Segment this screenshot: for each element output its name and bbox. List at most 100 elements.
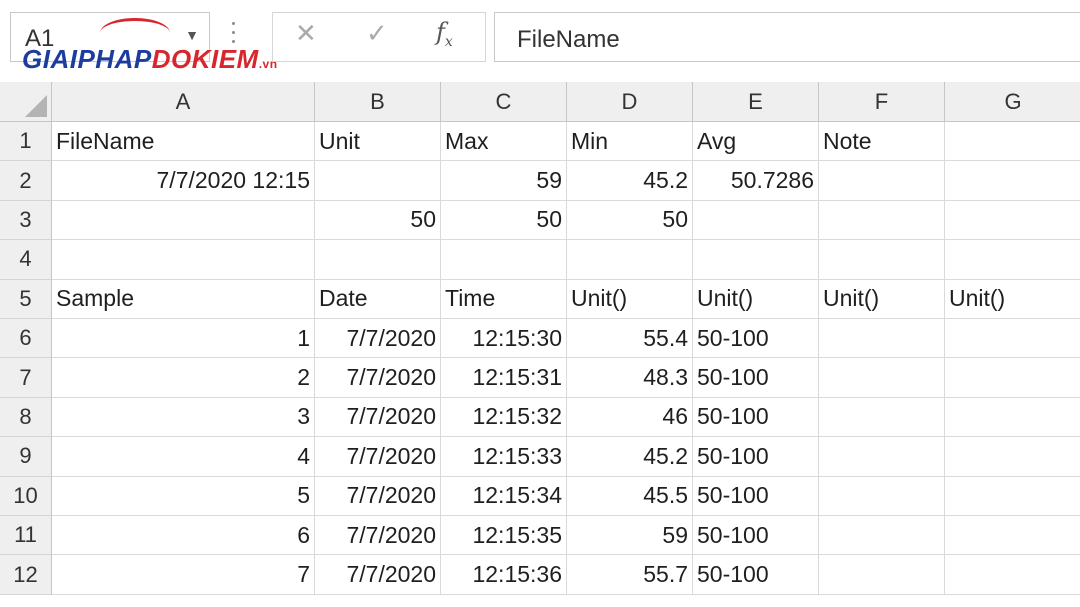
row-header-4[interactable]: 4 [0, 240, 52, 280]
cell-d10[interactable]: 45.5 [567, 476, 693, 516]
cell-e6[interactable]: 50-100 [693, 319, 819, 359]
formula-input[interactable]: FileName [494, 12, 1080, 62]
cell-b6[interactable]: 7/7/2020 [315, 319, 441, 359]
cell-f2[interactable] [819, 161, 945, 201]
cell-f9[interactable] [819, 437, 945, 477]
cell-d2[interactable]: 45.2 [567, 161, 693, 201]
cell-c12[interactable]: 12:15:36 [441, 555, 567, 595]
cell-b1[interactable]: Unit [315, 122, 441, 162]
column-header-b[interactable]: B [315, 82, 441, 122]
cell-a1[interactable]: FileName [52, 122, 315, 162]
cell-c10[interactable]: 12:15:34 [441, 476, 567, 516]
cell-c6[interactable]: 12:15:30 [441, 319, 567, 359]
cell-b2[interactable] [315, 161, 441, 201]
cell-c9[interactable]: 12:15:33 [441, 437, 567, 477]
cell-d5[interactable]: Unit() [567, 279, 693, 319]
row-header-8[interactable]: 8 [0, 397, 52, 438]
cell-f4[interactable] [819, 240, 945, 280]
column-header-c[interactable]: C [441, 82, 567, 122]
cell-g4[interactable] [945, 240, 1080, 280]
cell-e11[interactable]: 50-100 [693, 516, 819, 556]
cell-b9[interactable]: 7/7/2020 [315, 437, 441, 477]
cell-d7[interactable]: 48.3 [567, 358, 693, 398]
column-header-f[interactable]: F [819, 82, 945, 122]
cell-e3[interactable] [693, 200, 819, 241]
cell-c1[interactable]: Max [441, 122, 567, 162]
formula-bar-grip-icon[interactable] [232, 22, 236, 48]
cell-a11[interactable]: 6 [52, 516, 315, 556]
cell-d8[interactable]: 46 [567, 397, 693, 438]
row-header-5[interactable]: 5 [0, 279, 52, 319]
cell-b4[interactable] [315, 240, 441, 280]
cell-e7[interactable]: 50-100 [693, 358, 819, 398]
cell-b11[interactable]: 7/7/2020 [315, 516, 441, 556]
row-header-11[interactable]: 11 [0, 516, 52, 556]
column-header-d[interactable]: D [567, 82, 693, 122]
row-header-2[interactable]: 2 [0, 161, 52, 201]
cell-f8[interactable] [819, 397, 945, 438]
cell-g1[interactable] [945, 122, 1080, 162]
cell-g9[interactable] [945, 437, 1080, 477]
cell-e2[interactable]: 50.7286 [693, 161, 819, 201]
cell-c2[interactable]: 59 [441, 161, 567, 201]
cell-a7[interactable]: 2 [52, 358, 315, 398]
cell-g5[interactable]: Unit() [945, 280, 1080, 319]
cell-g8[interactable] [945, 398, 1080, 438]
cell-a8[interactable]: 3 [52, 397, 315, 438]
cell-a9[interactable]: 4 [52, 437, 315, 477]
cell-c8[interactable]: 12:15:32 [441, 397, 567, 438]
cell-e12[interactable]: 50-100 [693, 555, 819, 595]
select-all-button[interactable] [0, 82, 52, 122]
cell-c7[interactable]: 12:15:31 [441, 358, 567, 398]
row-header-6[interactable]: 6 [0, 319, 52, 359]
row-header-1[interactable]: 1 [0, 122, 52, 162]
cell-f7[interactable] [819, 358, 945, 398]
cell-b7[interactable]: 7/7/2020 [315, 358, 441, 398]
cell-g6[interactable] [945, 319, 1080, 359]
cell-g2[interactable] [945, 161, 1080, 201]
cell-e10[interactable]: 50-100 [693, 476, 819, 516]
cell-f3[interactable] [819, 200, 945, 241]
cell-d4[interactable] [567, 240, 693, 280]
cell-d1[interactable]: Min [567, 122, 693, 162]
row-header-7[interactable]: 7 [0, 358, 52, 398]
cell-a10[interactable]: 5 [52, 476, 315, 516]
cell-a6[interactable]: 1 [52, 319, 315, 359]
cell-c5[interactable]: Time [441, 279, 567, 319]
cell-d3[interactable]: 50 [567, 200, 693, 241]
cell-b8[interactable]: 7/7/2020 [315, 397, 441, 438]
cell-c4[interactable] [441, 240, 567, 280]
row-header-10[interactable]: 10 [0, 476, 52, 516]
cell-b3[interactable]: 50 [315, 200, 441, 241]
cell-f11[interactable] [819, 516, 945, 556]
cell-e9[interactable]: 50-100 [693, 437, 819, 477]
cell-e8[interactable]: 50-100 [693, 397, 819, 438]
close-icon[interactable]: ✕ [295, 18, 317, 49]
cell-e4[interactable] [693, 240, 819, 280]
function-icon[interactable]: fx [436, 18, 453, 50]
cell-a5[interactable]: Sample [52, 279, 315, 319]
cell-b5[interactable]: Date [315, 279, 441, 319]
cell-a3[interactable] [52, 200, 315, 241]
cell-g12[interactable] [945, 555, 1080, 595]
cell-g3[interactable] [945, 201, 1080, 241]
cell-a4[interactable] [52, 240, 315, 280]
cell-d6[interactable]: 55.4 [567, 319, 693, 359]
column-header-e[interactable]: E [693, 82, 819, 122]
cell-g7[interactable] [945, 358, 1080, 398]
column-header-g[interactable]: G [945, 82, 1080, 122]
cell-c3[interactable]: 50 [441, 200, 567, 241]
row-header-12[interactable]: 12 [0, 555, 52, 595]
cell-d9[interactable]: 45.2 [567, 437, 693, 477]
row-header-9[interactable]: 9 [0, 437, 52, 477]
row-header-3[interactable]: 3 [0, 200, 52, 241]
cell-f12[interactable] [819, 555, 945, 595]
chevron-down-icon[interactable]: ▼ [185, 27, 199, 43]
cell-e1[interactable]: Avg [693, 122, 819, 162]
cell-f6[interactable] [819, 319, 945, 359]
cell-d12[interactable]: 55.7 [567, 555, 693, 595]
cell-b10[interactable]: 7/7/2020 [315, 476, 441, 516]
cell-d11[interactable]: 59 [567, 516, 693, 556]
cell-b12[interactable]: 7/7/2020 [315, 555, 441, 595]
cell-g11[interactable] [945, 516, 1080, 556]
